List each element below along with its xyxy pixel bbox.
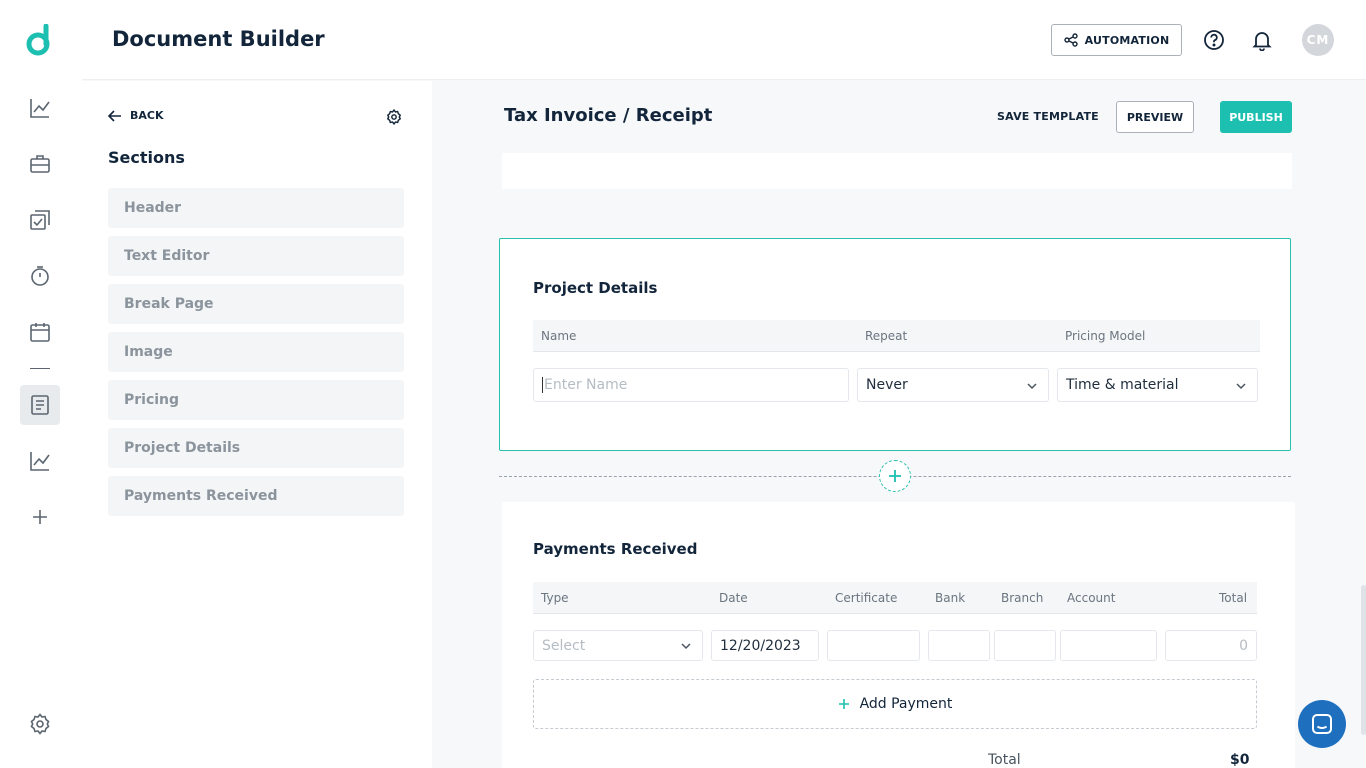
name-placeholder: Enter Name	[544, 377, 628, 393]
payments-total-label: Total	[988, 752, 1021, 768]
project-details-card[interactable]: Project Details Name Repeat Pricing Mode…	[499, 238, 1291, 451]
preview-button[interactable]: PREVIEW	[1116, 101, 1194, 133]
repeat-select[interactable]: Never	[857, 368, 1049, 402]
reports-icon[interactable]	[20, 441, 60, 481]
chat-launcher-button[interactable]	[1298, 700, 1346, 748]
app-title: Document Builder	[112, 27, 325, 51]
certificate-input[interactable]	[827, 630, 920, 661]
payment-type-select[interactable]: Select	[533, 630, 703, 661]
add-icon[interactable]	[20, 497, 60, 537]
automation-button[interactable]: AUTOMATION	[1051, 24, 1182, 56]
repeat-value: Never	[866, 377, 908, 393]
pricing-model-value: Time & material	[1066, 377, 1179, 393]
add-payment-label: Add Payment	[859, 696, 953, 712]
chevron-down-icon	[681, 643, 691, 650]
plus-icon	[838, 699, 849, 709]
section-item-pricing[interactable]: Pricing	[108, 380, 404, 420]
publish-button[interactable]: PUBLISH	[1220, 101, 1292, 133]
calendar-icon[interactable]	[20, 312, 60, 352]
arrow-left-icon	[108, 109, 121, 122]
document-title: Tax Invoice / Receipt	[504, 105, 713, 126]
col-date: Date	[719, 591, 748, 605]
payments-header-row: Type Date Certificate Bank Branch Accoun…	[533, 582, 1257, 614]
plus-icon	[889, 470, 901, 482]
col-bank: Bank	[935, 591, 966, 605]
pricing-model-select[interactable]: Time & material	[1057, 368, 1258, 402]
section-item-payments-received[interactable]: Payments Received	[108, 476, 404, 516]
automation-label: AUTOMATION	[1084, 33, 1170, 47]
payments-received-card[interactable]: Payments Received Type Date Certificate …	[502, 502, 1295, 768]
add-section-button[interactable]	[879, 460, 911, 492]
name-input[interactable]: Enter Name	[533, 368, 849, 402]
col-branch: Branch	[1001, 591, 1044, 605]
project-details-title: Project Details	[533, 279, 658, 297]
section-item-break-page[interactable]: Break Page	[108, 284, 404, 324]
bank-input[interactable]	[928, 630, 990, 661]
chevron-down-icon	[1236, 383, 1246, 390]
col-type: Type	[541, 591, 569, 605]
col-account: Account	[1067, 591, 1116, 605]
bell-icon[interactable]	[1251, 29, 1273, 55]
text-caret	[542, 377, 543, 393]
analytics-icon[interactable]	[20, 88, 60, 128]
briefcase-icon[interactable]	[20, 144, 60, 184]
col-repeat: Repeat	[865, 329, 908, 343]
col-total: Total	[1219, 591, 1248, 605]
total-placeholder: 0	[1239, 637, 1248, 654]
payment-date-input[interactable]: 12/20/2023	[711, 630, 819, 661]
share-nodes-icon	[1063, 33, 1078, 47]
nav-rail	[0, 0, 82, 768]
document-icon[interactable]	[20, 385, 60, 425]
back-button[interactable]: BACK	[108, 109, 164, 122]
project-details-header-row: Name Repeat Pricing Model	[533, 320, 1260, 352]
section-item-header[interactable]: Header	[108, 188, 404, 228]
add-payment-button[interactable]: Add Payment	[533, 679, 1257, 729]
sections-title: Sections	[108, 148, 185, 167]
payments-title: Payments Received	[533, 540, 698, 558]
type-placeholder: Select	[542, 637, 586, 654]
chevron-down-icon	[1027, 383, 1037, 390]
settings-gear-icon[interactable]	[20, 704, 60, 744]
total-input[interactable]: 0	[1165, 630, 1257, 661]
panel-settings-icon[interactable]	[386, 108, 402, 129]
avatar[interactable]: CM	[1302, 24, 1334, 56]
rail-divider	[30, 368, 50, 369]
top-bar: Document Builder AUTOMATION CM	[82, 0, 1366, 80]
chat-icon	[1312, 714, 1332, 734]
back-label: BACK	[130, 109, 164, 122]
col-pricing-model: Pricing Model	[1065, 329, 1146, 343]
timer-icon[interactable]	[20, 256, 60, 296]
sections-panel: BACK Sections Header Text Editor Break P…	[82, 81, 432, 768]
logo-icon[interactable]	[24, 23, 56, 58]
help-icon[interactable]	[1203, 29, 1225, 55]
branch-input[interactable]	[994, 630, 1056, 661]
col-name: Name	[541, 329, 577, 343]
section-item-project-details[interactable]: Project Details	[108, 428, 404, 468]
col-certificate: Certificate	[835, 591, 898, 605]
account-input[interactable]	[1060, 630, 1157, 661]
scrollbar[interactable]	[1361, 585, 1366, 735]
section-item-text-editor[interactable]: Text Editor	[108, 236, 404, 276]
previous-section-card	[502, 153, 1292, 189]
tasks-icon[interactable]	[20, 200, 60, 240]
payments-total-value: $0	[1230, 752, 1250, 768]
save-template-button[interactable]: SAVE TEMPLATE	[997, 110, 1099, 123]
section-item-image[interactable]: Image	[108, 332, 404, 372]
date-value: 12/20/2023	[720, 637, 801, 654]
